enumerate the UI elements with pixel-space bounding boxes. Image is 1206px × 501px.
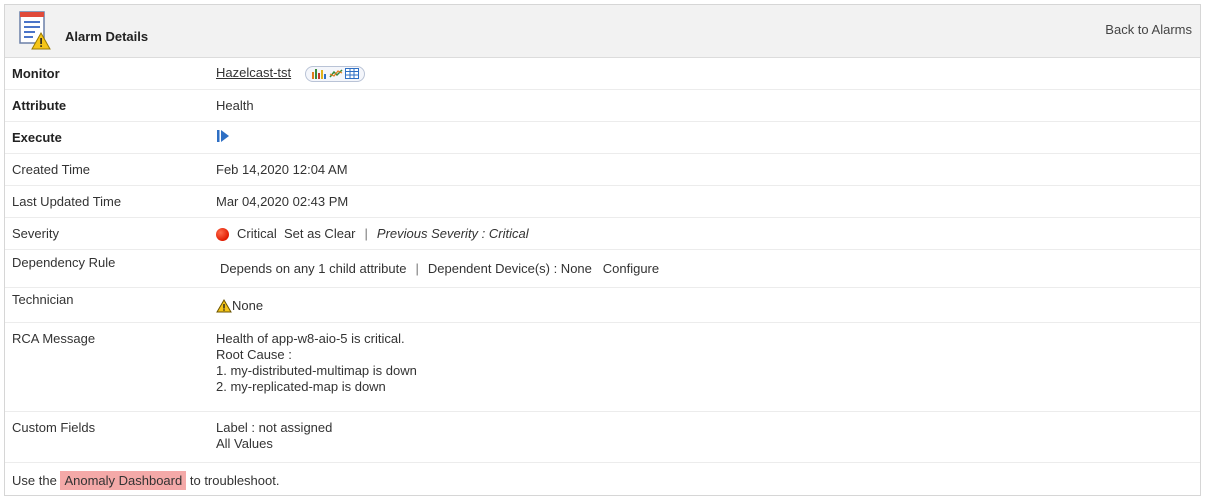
troubleshoot-footer: Use the Anomaly Dashboard to troubleshoo… [5,463,1200,497]
separator: | [364,225,368,241]
back-to-alarms-link[interactable]: Back to Alarms [1105,22,1192,37]
footer-suffix: to troubleshoot. [189,472,280,488]
alarm-details-panel: Alarm Details Back to Alarms Monitor Haz… [4,4,1201,496]
rca-line: Root Cause : [216,347,292,362]
custom-field-label-text: Label : not assigned [216,420,333,435]
created-time-label: Created Time [12,162,91,177]
rca-message-value: Health of app-w8-aio-5 is critical. Root… [216,331,1200,395]
created-time-value: Feb 14,2020 12:04 AM [216,162,348,177]
technician-row: Technician None [5,288,1200,323]
dependent-devices-text: Dependent Device(s) : None [427,261,592,276]
bar-chart-icon[interactable] [311,68,327,80]
set-as-clear-link[interactable]: Set as Clear [284,226,356,241]
dependency-rule-row: Dependency Rule Depends on any 1 child a… [5,250,1200,288]
monitor-label: Monitor [12,66,60,81]
attribute-value: Health [216,98,254,113]
dependency-rule-text: Depends on any 1 child attribute [220,261,407,276]
rca-line: 1. my-distributed-multimap is down [216,363,417,378]
execute-action-icon[interactable] [216,129,230,143]
separator: | [415,261,419,276]
technician-text: None [232,298,264,314]
monitor-row: Monitor Hazelcast-tst [5,58,1200,90]
severity-label: Severity [12,226,59,241]
severity-value: Critical Set as Clear | Previous Severity … [216,225,1200,242]
technician-value: None [216,297,1200,313]
configure-link[interactable]: Configure [603,261,659,276]
execute-label: Execute [12,130,62,145]
rca-line: Health of app-w8-aio-5 is critical. [216,331,405,346]
updated-time-label: Last Updated Time [12,194,122,209]
page-title: Alarm Details [65,29,149,44]
panel-header: Alarm Details Back to Alarms [5,5,1200,58]
custom-fields-row: Custom Fields Label : not assigned All V… [5,412,1200,463]
severity-text: Critical [237,225,277,241]
rca-line: 2. my-replicated-map is down [216,379,386,394]
rca-message-label: RCA Message [12,331,96,346]
attribute-label: Attribute [12,98,67,113]
line-chart-icon[interactable] [329,68,343,79]
all-values-link[interactable]: All Values [216,436,1200,452]
execute-value [216,129,1200,146]
updated-time-value: Mar 04,2020 02:43 PM [216,194,349,209]
dependency-rule-label: Dependency Rule [12,255,116,270]
custom-fields-label: Custom Fields [12,420,96,435]
monitor-value: Hazelcast-tst [216,65,1200,82]
monitor-link[interactable]: Hazelcast-tst [216,65,291,80]
technician-label: Technician [12,292,74,307]
updated-time-row: Last Updated Time Mar 04,2020 02:43 PM [5,186,1200,218]
monitor-views-icons[interactable] [304,65,365,82]
table-view-icon[interactable] [344,68,359,80]
execute-row: Execute [5,122,1200,154]
rca-message-row: RCA Message Health of app-w8-aio-5 is cr… [5,323,1200,412]
custom-fields-value: Label : not assigned All Values [216,420,1200,452]
anomaly-dashboard-link[interactable]: Anomaly Dashboard [60,470,187,490]
warning-icon [216,298,232,313]
attribute-row: Attribute Health [5,90,1200,122]
severity-row: Severity Critical Set as Clear | Previous … [5,218,1200,250]
alarm-document-icon [19,11,51,50]
footer-prefix: Use the [12,472,57,488]
dependency-rule-value: Depends on any 1 child attribute | Depende… [216,261,1200,276]
created-time-row: Created Time Feb 14,2020 12:04 AM [5,154,1200,186]
footer-text: Use the Anomaly Dashboard to troubleshoo… [5,470,280,490]
previous-severity: Previous Severity : Critical [376,225,529,241]
critical-status-icon [216,228,229,242]
